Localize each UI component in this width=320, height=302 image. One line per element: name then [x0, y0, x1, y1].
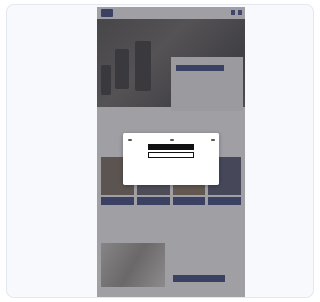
- cookie-option[interactable]: [169, 139, 174, 141]
- preview-card[interactable]: [6, 4, 314, 298]
- footer-bar: [97, 297, 245, 298]
- cookie-settings-button[interactable]: [148, 152, 194, 158]
- cookie-consent-dialog: [123, 133, 219, 185]
- page-thumbnail[interactable]: [97, 7, 245, 298]
- toggle-icon[interactable]: [128, 139, 132, 141]
- accept-all-button[interactable]: [148, 144, 194, 150]
- cookie-options: [127, 139, 215, 141]
- cookie-option[interactable]: [210, 139, 215, 141]
- toggle-icon[interactable]: [211, 139, 215, 141]
- cookie-option[interactable]: [127, 139, 132, 141]
- toggle-icon[interactable]: [169, 139, 174, 141]
